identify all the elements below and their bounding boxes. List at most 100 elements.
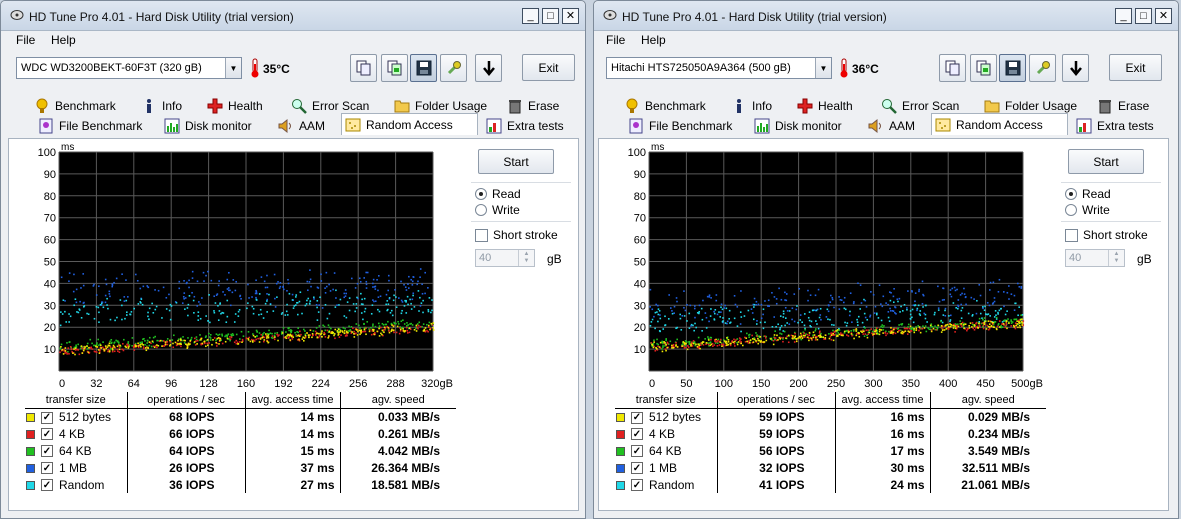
data-point — [799, 332, 802, 335]
series-visible-checkbox[interactable]: ✓ — [41, 411, 53, 424]
data-point — [971, 314, 974, 316]
data-point — [308, 334, 310, 336]
data-point — [287, 278, 289, 281]
data-point — [343, 315, 346, 317]
menu-help[interactable]: Help — [51, 33, 76, 47]
series-visible-checkbox[interactable]: ✓ — [631, 462, 643, 475]
data-point — [683, 315, 686, 317]
copy-text-button[interactable] — [939, 54, 966, 82]
data-point — [355, 323, 358, 325]
tab-info[interactable]: Info — [728, 96, 772, 116]
short-stroke-checkbox[interactable]: Short stroke — [475, 228, 558, 242]
start-button[interactable]: Start — [478, 149, 554, 174]
data-point — [123, 300, 126, 302]
short-stroke-checkbox[interactable]: Short stroke — [1065, 228, 1148, 242]
minimize-button[interactable]: _ — [1115, 8, 1132, 24]
tab-extra-tests[interactable]: Extra tests — [1073, 116, 1154, 136]
tab-erase[interactable]: Erase — [504, 96, 559, 116]
tab-file-benchmark[interactable]: File Benchmark — [625, 116, 732, 136]
data-point — [75, 288, 78, 291]
series-visible-checkbox[interactable]: ✓ — [631, 411, 643, 424]
data-point — [111, 350, 114, 353]
series-visible-checkbox[interactable]: ✓ — [41, 462, 53, 475]
options-button[interactable] — [440, 54, 467, 82]
title-bar[interactable]: HD Tune Pro 4.01 - Hard Disk Utility (tr… — [1, 1, 585, 31]
data-point — [656, 338, 658, 341]
options-button[interactable] — [1029, 54, 1056, 82]
data-point — [911, 290, 913, 293]
data-point — [803, 313, 806, 315]
copy-text-button[interactable] — [350, 54, 377, 82]
menu-file[interactable]: File — [606, 33, 625, 47]
tab-erase[interactable]: Erase — [1094, 96, 1149, 116]
data-point — [343, 332, 346, 334]
read-radio[interactable]: Read — [1065, 187, 1111, 201]
data-point — [208, 294, 210, 296]
download-button[interactable] — [1062, 54, 1089, 82]
close-button[interactable]: ✕ — [1155, 8, 1172, 24]
maximize-button[interactable]: □ — [542, 8, 559, 24]
tab-extra-tests[interactable]: Extra tests — [483, 116, 564, 136]
data-point — [289, 333, 292, 336]
write-radio[interactable]: Write — [1065, 203, 1110, 217]
download-button[interactable] — [475, 54, 502, 82]
maximize-button[interactable]: □ — [1135, 8, 1152, 24]
data-point — [327, 324, 330, 326]
extra-tests-icon — [1076, 118, 1092, 134]
tab-benchmark[interactable]: Benchmark — [621, 96, 706, 116]
title-bar[interactable]: HD Tune Pro 4.01 - Hard Disk Utility (tr… — [594, 1, 1178, 31]
tab-random-access[interactable]: Random Access — [931, 113, 1068, 135]
data-point — [772, 339, 775, 342]
tab-aam[interactable]: AAM — [865, 116, 915, 136]
minimize-button[interactable]: _ — [522, 8, 539, 24]
data-point — [956, 324, 958, 327]
series-visible-checkbox[interactable]: ✓ — [631, 445, 643, 458]
read-radio[interactable]: Read — [475, 187, 521, 201]
copy-screenshot-button[interactable] — [970, 54, 997, 82]
drive-select[interactable]: Hitachi HTS725050A9A364 (500 gB) ▼ — [606, 57, 832, 79]
series-visible-checkbox[interactable]: ✓ — [631, 479, 643, 492]
tab-disk-monitor[interactable]: Disk monitor — [751, 116, 842, 136]
menu-file[interactable]: File — [16, 33, 35, 47]
short-stroke-size-stepper[interactable]: 40 ▲ ▼ — [475, 249, 535, 267]
close-button[interactable]: ✕ — [562, 8, 579, 24]
drive-select[interactable]: WDC WD3200BEKT-60F3T (320 gB) ▼ — [16, 57, 242, 79]
data-point — [411, 298, 414, 301]
data-point — [139, 341, 142, 344]
speed-cell: 0.234 MB/s — [929, 425, 1046, 442]
exit-button[interactable]: Exit — [1109, 54, 1162, 81]
menu-help[interactable]: Help — [641, 33, 666, 47]
data-point — [855, 328, 858, 330]
data-point — [215, 341, 217, 344]
tab-health[interactable]: Health — [794, 96, 853, 116]
series-visible-checkbox[interactable]: ✓ — [41, 445, 53, 458]
y-tick-label: 40 — [634, 278, 646, 290]
start-button[interactable]: Start — [1068, 149, 1144, 174]
tab-disk-monitor[interactable]: Disk monitor — [161, 116, 252, 136]
table-row: ✓ 512 bytes 68 IOPS 14 ms 0.033 MB/s — [25, 408, 456, 425]
data-point — [855, 330, 858, 332]
copy-screenshot-button[interactable] — [381, 54, 408, 82]
exit-button[interactable]: Exit — [522, 54, 575, 81]
tab-benchmark[interactable]: Benchmark — [31, 96, 116, 116]
write-radio[interactable]: Write — [475, 203, 520, 217]
data-point — [699, 347, 701, 350]
data-point — [907, 330, 910, 333]
tab-random-access[interactable]: Random Access — [341, 113, 478, 135]
tab-aam[interactable]: AAM — [275, 116, 325, 136]
data-point — [400, 299, 403, 302]
tab-file-benchmark[interactable]: File Benchmark — [35, 116, 142, 136]
tab-label: Error Scan — [902, 99, 960, 113]
short-stroke-size-stepper[interactable]: 40 ▲ ▼ — [1065, 249, 1125, 267]
data-point — [930, 330, 933, 333]
series-visible-checkbox[interactable]: ✓ — [41, 428, 53, 441]
tab-info[interactable]: Info — [138, 96, 182, 116]
save-button[interactable] — [999, 54, 1026, 82]
data-point — [195, 336, 198, 338]
series-visible-checkbox[interactable]: ✓ — [631, 428, 643, 441]
save-button[interactable] — [410, 54, 437, 82]
data-point — [997, 311, 999, 314]
tab-health[interactable]: Health — [204, 96, 263, 116]
wrench-icon — [447, 61, 461, 75]
series-visible-checkbox[interactable]: ✓ — [41, 479, 53, 492]
